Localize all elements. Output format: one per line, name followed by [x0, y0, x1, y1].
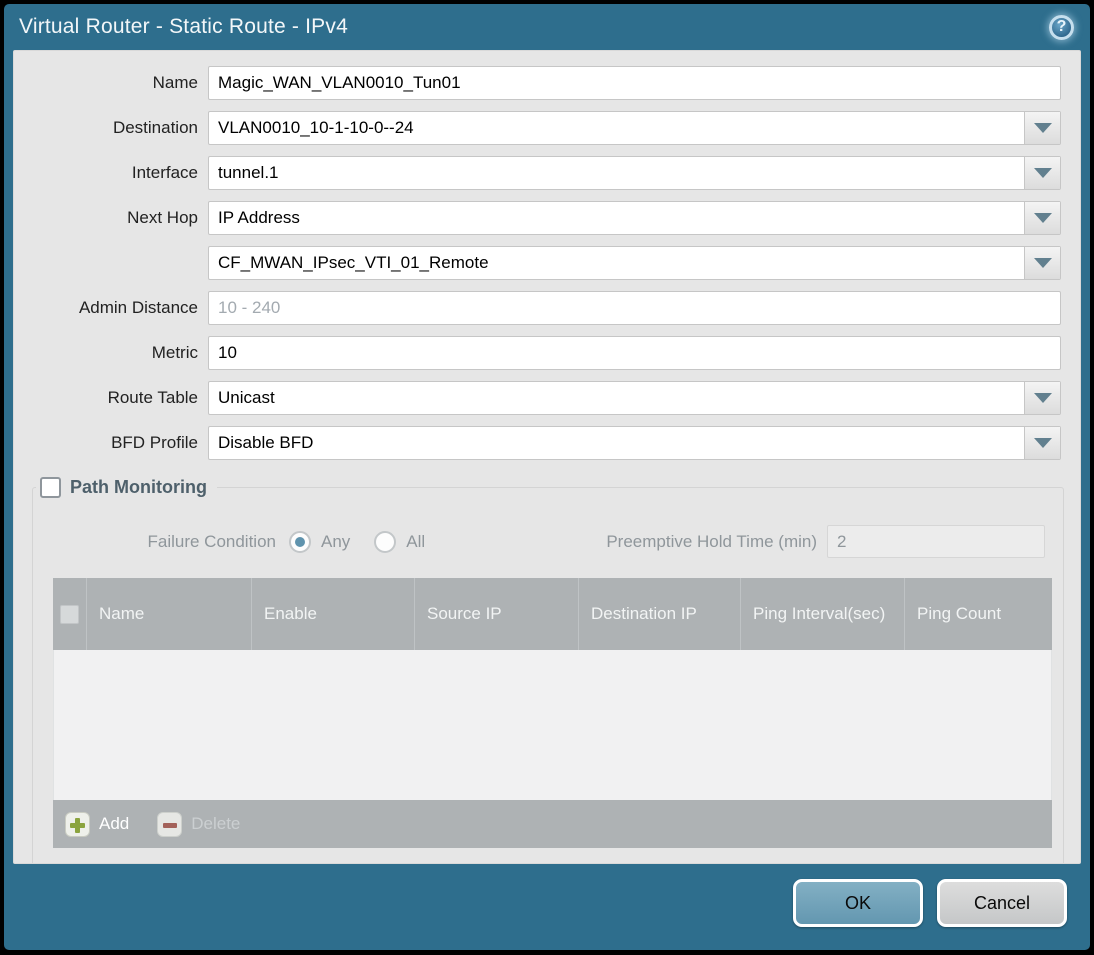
preemptive-hold-time-input[interactable]: [827, 525, 1045, 558]
table-header-row: Name Enable Source IP Destination IP Pin…: [53, 578, 1052, 650]
failure-condition-label: Failure Condition: [147, 531, 276, 551]
bfd-profile-value: Disable BFD: [218, 433, 314, 452]
column-header-ping-interval[interactable]: Ping Interval(sec): [741, 578, 905, 650]
chevron-down-icon: [1033, 438, 1052, 448]
form-row-name: Name: [14, 66, 1061, 100]
form-row-destination: Destination VLAN0010_10-1-10-0--24: [14, 111, 1061, 145]
name-label: Name: [152, 73, 198, 92]
form-row-admin-distance: Admin Distance: [14, 291, 1061, 325]
delete-button[interactable]: Delete: [157, 811, 241, 837]
select-all-checkbox[interactable]: [60, 604, 79, 624]
failure-condition-any-option: Any: [289, 530, 351, 553]
titlebar: Virtual Router - Static Route - IPv4 ?: [4, 4, 1090, 50]
admin-distance-label: Admin Distance: [78, 298, 198, 317]
next-hop-address-value: CF_MWAN_IPsec_VTI_01_Remote: [218, 253, 489, 272]
table-body-empty: [53, 650, 1052, 800]
radio-any[interactable]: [289, 530, 311, 553]
preemptive-hold-time-group: Preemptive Hold Time (min): [606, 525, 1045, 558]
bfd-profile-label: BFD Profile: [111, 433, 198, 452]
next-hop-type-dropdown[interactable]: IP Address: [208, 201, 1061, 235]
form-row-route-table: Route Table Unicast: [14, 381, 1061, 415]
chevron-down-icon: [1033, 393, 1052, 403]
add-button-label: Add: [99, 814, 130, 833]
dialog-footer: OK Cancel: [4, 864, 1090, 950]
interface-value: tunnel.1: [218, 163, 279, 182]
destination-dropdown-button[interactable]: [1024, 112, 1060, 144]
help-icon[interactable]: ?: [1049, 14, 1074, 40]
cancel-button[interactable]: Cancel: [937, 879, 1067, 927]
page-title: Virtual Router - Static Route - IPv4: [19, 15, 348, 38]
bfd-profile-dropdown[interactable]: Disable BFD: [208, 426, 1061, 460]
column-header-destination-ip[interactable]: Destination IP: [579, 578, 741, 650]
metric-label: Metric: [151, 343, 198, 362]
destination-label: Destination: [112, 118, 198, 137]
destination-value: VLAN0010_10-1-10-0--24: [218, 118, 414, 137]
column-header-source-ip[interactable]: Source IP: [415, 578, 579, 650]
chevron-down-icon: [1033, 258, 1052, 268]
plus-icon: [65, 811, 90, 837]
select-all-cell: [53, 578, 87, 650]
admin-distance-input[interactable]: [208, 291, 1061, 325]
column-header-ping-count[interactable]: Ping Count: [905, 578, 1052, 650]
form-row-metric: Metric: [14, 336, 1061, 370]
path-monitoring-section: Path Monitoring Failure Condition Any Al…: [32, 472, 1064, 863]
interface-dropdown-button[interactable]: [1024, 157, 1060, 189]
interface-label: Interface: [131, 163, 198, 182]
next-hop-type-value: IP Address: [218, 208, 300, 227]
chevron-down-icon: [1033, 123, 1052, 133]
preemptive-hold-time-label: Preemptive Hold Time (min): [606, 531, 817, 551]
next-hop-type-dropdown-button[interactable]: [1024, 202, 1060, 234]
metric-input[interactable]: [208, 336, 1061, 370]
route-table-label: Route Table: [107, 388, 198, 407]
minus-icon: [157, 811, 183, 837]
path-monitoring-title: Path Monitoring: [70, 476, 207, 497]
dialog-body: Name Destination VLAN0010_10-1-10-0--24 …: [13, 50, 1081, 864]
radio-all[interactable]: [374, 530, 397, 553]
add-button[interactable]: Add: [65, 811, 130, 837]
name-input[interactable]: [208, 66, 1061, 100]
interface-dropdown[interactable]: tunnel.1: [208, 156, 1061, 190]
column-header-name[interactable]: Name: [87, 578, 252, 650]
dialog-virtual-router-static-route: Virtual Router - Static Route - IPv4 ? N…: [4, 4, 1090, 950]
bfd-profile-dropdown-button[interactable]: [1024, 427, 1060, 459]
destination-dropdown[interactable]: VLAN0010_10-1-10-0--24: [208, 111, 1061, 145]
route-table-value: Unicast: [218, 388, 275, 407]
chevron-down-icon: [1033, 213, 1052, 223]
route-table-dropdown-button[interactable]: [1024, 382, 1060, 414]
next-hop-label: Next Hop: [127, 208, 198, 227]
path-monitoring-checkbox[interactable]: [40, 476, 61, 498]
next-hop-address-dropdown-button[interactable]: [1024, 247, 1060, 279]
form-row-next-hop-address: CF_MWAN_IPsec_VTI_01_Remote: [14, 246, 1061, 280]
failure-condition-row: Failure Condition Any All Preemptive Hol…: [33, 525, 1063, 558]
radio-all-label: All: [406, 531, 426, 551]
path-monitoring-legend: Path Monitoring: [36, 472, 217, 502]
column-header-enable[interactable]: Enable: [252, 578, 415, 650]
failure-condition-all-option: All: [374, 530, 426, 553]
route-table-dropdown[interactable]: Unicast: [208, 381, 1061, 415]
next-hop-address-dropdown[interactable]: CF_MWAN_IPsec_VTI_01_Remote: [208, 246, 1061, 280]
form-row-bfd-profile: BFD Profile Disable BFD: [14, 426, 1061, 460]
delete-button-label: Delete: [191, 814, 241, 833]
radio-any-label: Any: [321, 531, 351, 551]
chevron-down-icon: [1033, 168, 1052, 178]
table-footer: Add Delete: [53, 800, 1052, 848]
path-monitoring-table: Name Enable Source IP Destination IP Pin…: [53, 578, 1052, 848]
form-row-interface: Interface tunnel.1: [14, 156, 1061, 190]
form-row-next-hop: Next Hop IP Address: [14, 201, 1061, 235]
ok-button[interactable]: OK: [793, 879, 923, 927]
